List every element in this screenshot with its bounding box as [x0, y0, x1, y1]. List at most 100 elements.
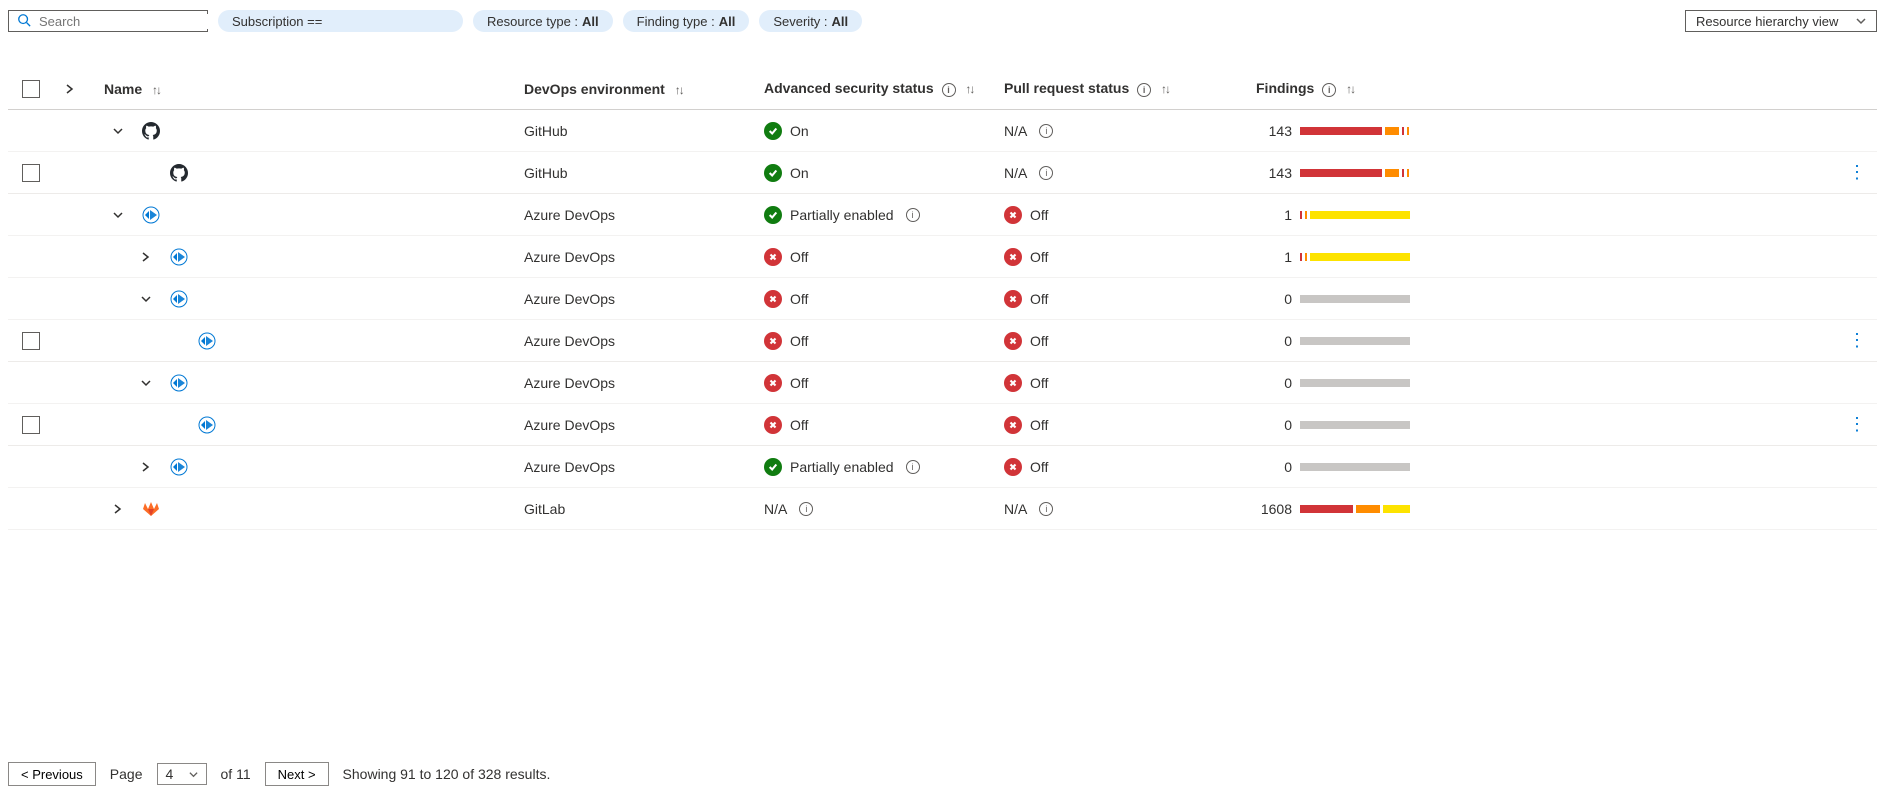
page-total: of 11	[221, 766, 251, 782]
row-menu-icon[interactable]: ⋮	[1848, 414, 1877, 435]
row-menu-icon[interactable]: ⋮	[1848, 162, 1877, 183]
pr-status-cell: Off	[1004, 374, 1256, 392]
expand-all-toggle[interactable]	[56, 83, 84, 95]
name-cell	[104, 458, 524, 476]
table-row[interactable]: Azure DevOpsOffOff0⋮	[8, 404, 1877, 446]
row-expander[interactable]	[132, 251, 160, 263]
sort-icon: ↑↓	[152, 83, 160, 97]
col-findings-label: Findings	[1256, 80, 1314, 96]
info-icon[interactable]: i	[799, 502, 813, 516]
status-off-icon	[764, 416, 782, 434]
info-icon[interactable]: i	[1137, 83, 1151, 97]
row-expander[interactable]	[132, 377, 160, 389]
gitlab-icon	[142, 500, 160, 518]
table-row[interactable]: Azure DevOpsOffOff1	[8, 236, 1877, 278]
status-off-icon	[764, 332, 782, 350]
devops-env-cell: Azure DevOps	[524, 459, 764, 475]
row-menu-icon[interactable]: ⋮	[1848, 330, 1877, 351]
current-page: 4	[166, 766, 174, 782]
findings-count: 1	[1256, 249, 1292, 265]
search-input-wrapper[interactable]	[8, 10, 208, 32]
col-pr-status[interactable]: Pull request status i ↑↓	[1004, 80, 1256, 96]
findings-cell: 143	[1256, 165, 1516, 181]
row-expander[interactable]	[132, 293, 160, 305]
findings-cell: 0	[1256, 459, 1516, 475]
info-icon[interactable]: i	[1039, 502, 1053, 516]
col-devops-env-label: DevOps environment	[524, 81, 665, 97]
table-row[interactable]: Azure DevOpsPartially enablediOff0	[8, 446, 1877, 488]
page-select[interactable]: 4	[157, 763, 207, 785]
select-all-checkbox[interactable]	[22, 80, 40, 98]
name-cell	[104, 500, 524, 518]
devops-env-cell: GitLab	[524, 501, 764, 517]
findings-count: 143	[1256, 123, 1292, 139]
adv-sec-cell: On	[764, 122, 1004, 140]
findings-cell: 0	[1256, 375, 1516, 391]
info-icon[interactable]: i	[906, 208, 920, 222]
pr-status-cell: N/Ai	[1004, 165, 1256, 181]
adv-sec-cell-text: N/A	[764, 501, 787, 517]
info-icon[interactable]: i	[1039, 124, 1053, 138]
table-row[interactable]: GitHubOnN/Ai143⋮	[8, 152, 1877, 194]
pr-status-cell-text: Off	[1030, 207, 1048, 223]
status-on-icon	[764, 164, 782, 182]
status-on-icon	[764, 206, 782, 224]
status-off-icon	[764, 290, 782, 308]
prev-button[interactable]: < Previous	[8, 762, 96, 786]
row-checkbox[interactable]	[22, 416, 40, 434]
filter-finding-type[interactable]: Finding type : All	[623, 10, 750, 32]
table-row[interactable]: Azure DevOpsOffOff0⋮	[8, 320, 1877, 362]
adv-sec-cell: Off	[764, 374, 1004, 392]
status-on-icon	[764, 122, 782, 140]
chevron-down-icon	[189, 770, 198, 779]
status-off-icon	[1004, 290, 1022, 308]
filter-finding-type-label: Finding type :	[637, 14, 715, 29]
col-name[interactable]: Name ↑↓	[104, 81, 524, 97]
devops-env-cell: Azure DevOps	[524, 333, 764, 349]
pr-status-cell: Off	[1004, 458, 1256, 476]
row-expander[interactable]	[132, 461, 160, 473]
col-adv-sec[interactable]: Advanced security status i ↑↓	[764, 80, 1004, 96]
search-input[interactable]	[39, 14, 215, 29]
results-grid: Name ↑↓ DevOps environment ↑↓ Advanced s…	[8, 68, 1877, 530]
row-expander[interactable]	[104, 125, 132, 137]
row-checkbox[interactable]	[22, 332, 40, 350]
findings-bar	[1300, 253, 1410, 261]
azure-icon	[142, 206, 160, 224]
status-off-icon	[764, 248, 782, 266]
table-row[interactable]: GitHubOnN/Ai143	[8, 110, 1877, 152]
status-on-icon	[764, 458, 782, 476]
table-row[interactable]: Azure DevOpsOffOff0	[8, 278, 1877, 320]
findings-cell: 0	[1256, 417, 1516, 433]
info-icon[interactable]: i	[1322, 83, 1336, 97]
info-icon[interactable]: i	[942, 83, 956, 97]
status-off-icon	[764, 374, 782, 392]
info-icon[interactable]: i	[906, 460, 920, 474]
findings-cell: 1	[1256, 207, 1516, 223]
pr-status-cell-text: N/A	[1004, 501, 1027, 517]
pr-status-cell-text: Off	[1030, 291, 1048, 307]
status-off-icon	[1004, 248, 1022, 266]
info-icon[interactable]: i	[1039, 166, 1053, 180]
github-icon	[170, 164, 188, 182]
col-findings[interactable]: Findings i ↑↓	[1256, 80, 1516, 96]
filter-severity[interactable]: Severity : All	[759, 10, 862, 32]
filter-resource-type[interactable]: Resource type : All	[473, 10, 613, 32]
devops-env-cell: Azure DevOps	[524, 375, 764, 391]
view-select[interactable]: Resource hierarchy view	[1685, 10, 1877, 32]
name-cell	[104, 164, 524, 182]
search-icon	[17, 13, 31, 30]
name-cell	[104, 374, 524, 392]
findings-count: 0	[1256, 291, 1292, 307]
col-devops-env[interactable]: DevOps environment ↑↓	[524, 81, 764, 97]
next-button[interactable]: Next >	[265, 762, 329, 786]
filter-subscription[interactable]: Subscription ==	[218, 10, 463, 32]
row-checkbox[interactable]	[22, 164, 40, 182]
row-expander[interactable]	[104, 503, 132, 515]
table-row[interactable]: Azure DevOpsOffOff0	[8, 362, 1877, 404]
table-row[interactable]: GitLabN/AiN/Ai1608	[8, 488, 1877, 530]
azure-icon	[198, 332, 216, 350]
table-row[interactable]: Azure DevOpsPartially enablediOff1	[8, 194, 1877, 236]
filter-resource-type-value: All	[582, 14, 599, 29]
row-expander[interactable]	[104, 209, 132, 221]
